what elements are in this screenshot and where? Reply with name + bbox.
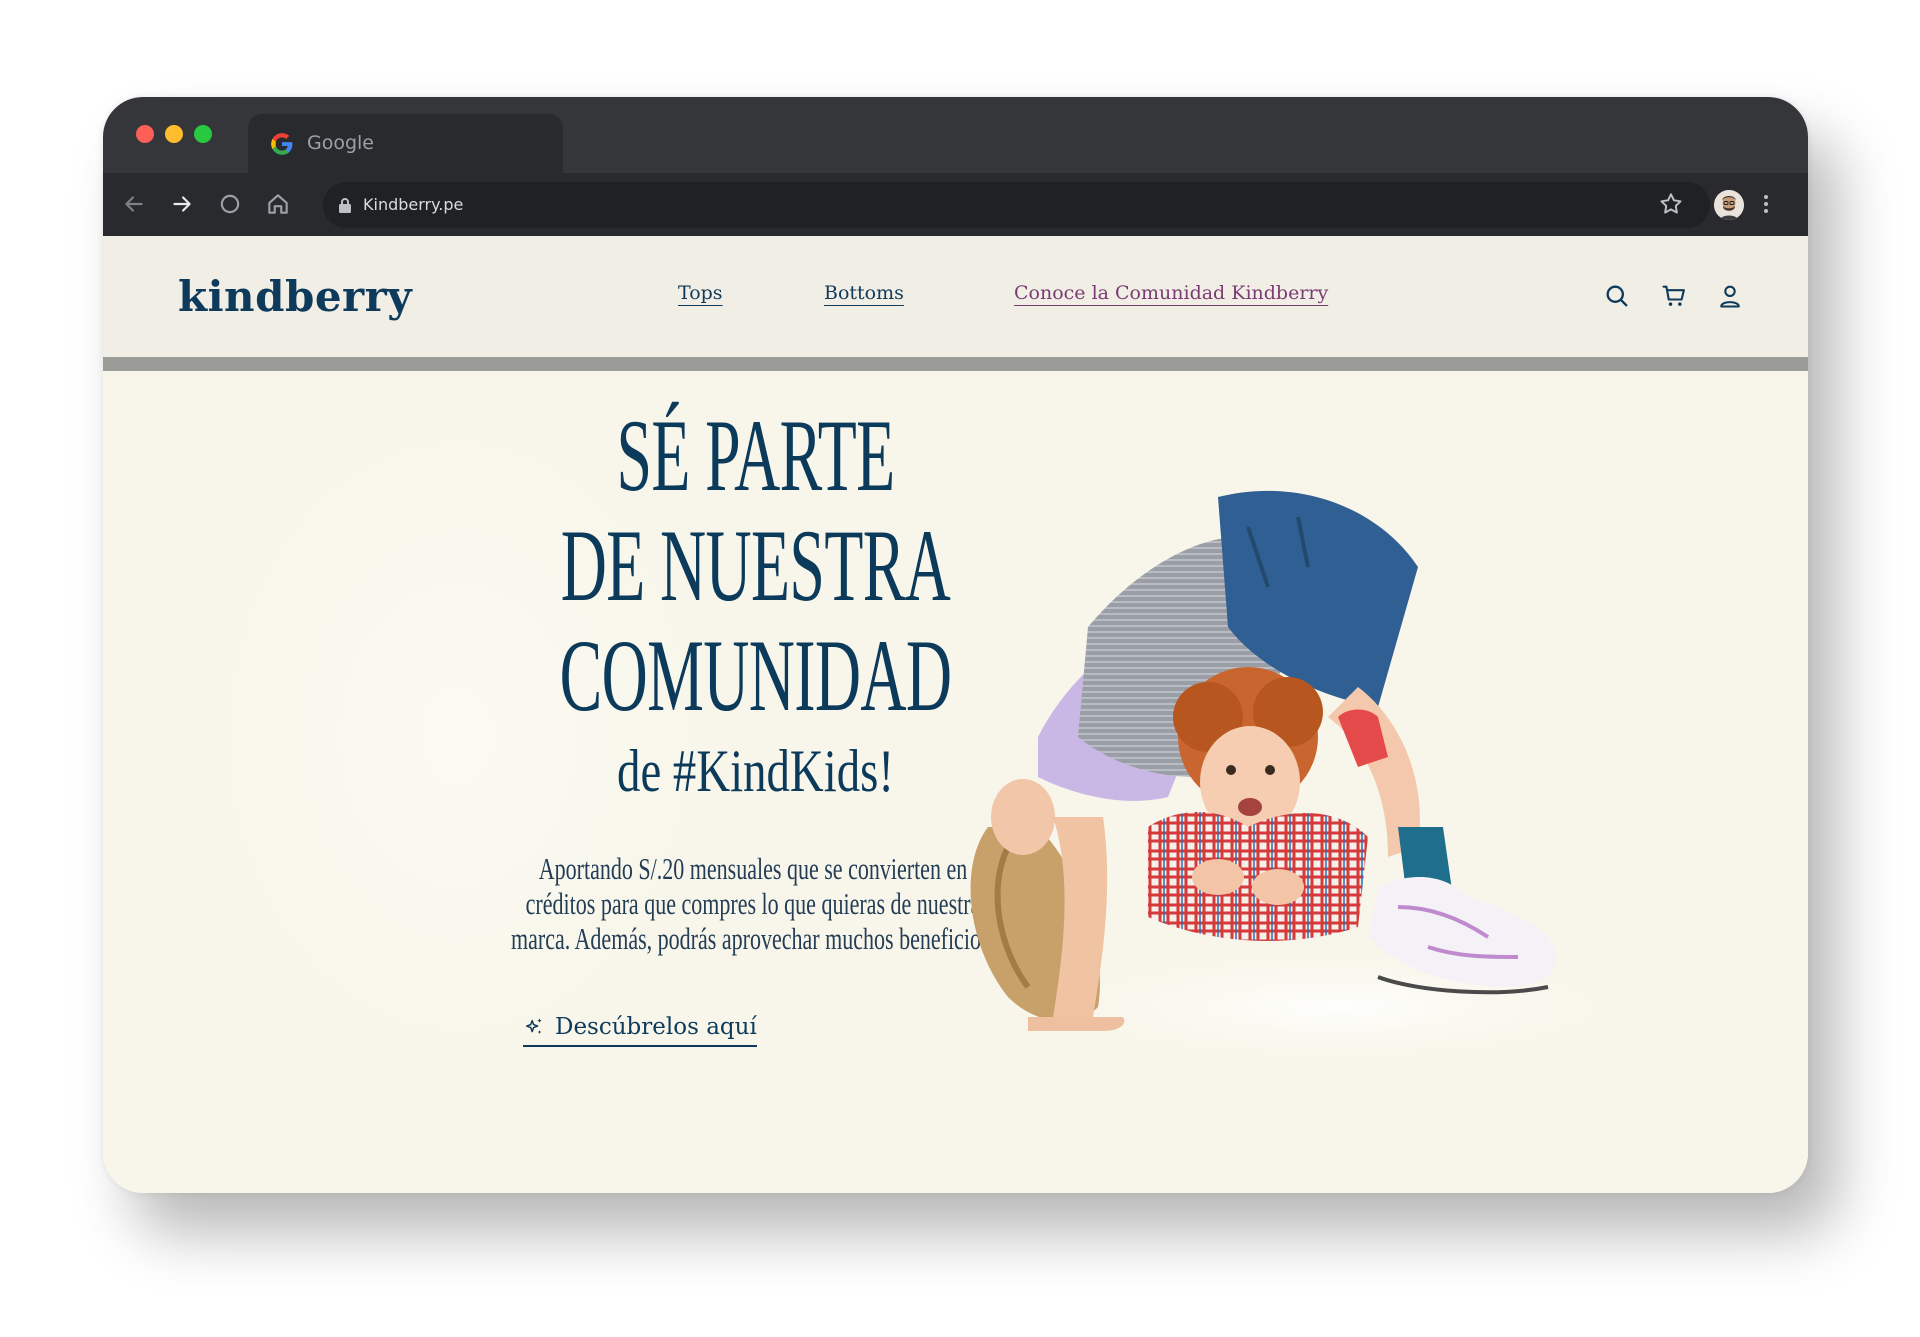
header-divider (103, 357, 1808, 371)
home-icon[interactable] (265, 191, 291, 217)
kindberry-logo[interactable]: kindberry (178, 272, 412, 321)
browser-menu-icon[interactable] (1759, 191, 1773, 217)
browser-window: Google Kindberry.pe kindberry Tops Botto… (103, 97, 1808, 1193)
reload-icon[interactable] (217, 191, 243, 217)
back-arrow-icon[interactable] (121, 191, 147, 217)
discover-link-label: Descúbrelos aquí (555, 1014, 757, 1040)
nav-tops[interactable]: Tops (678, 282, 723, 304)
bookmark-star-icon[interactable] (1658, 191, 1684, 217)
hero-banner: SÉ PARTE DE NUESTRA COMUNIDAD de #KindKi… (103, 371, 1808, 1193)
user-icon[interactable] (1716, 282, 1744, 310)
discover-link[interactable]: Descúbrelos aquí (523, 1011, 757, 1047)
sparkle-icon (525, 1018, 542, 1034)
forward-arrow-icon[interactable] (169, 191, 195, 217)
maximize-window-button[interactable] (194, 125, 212, 143)
nav-comunidad[interactable]: Conoce la Comunidad Kindberry (1014, 282, 1328, 304)
title-bar: Google (103, 97, 1808, 173)
kids-photo (970, 490, 1698, 1067)
browser-toolbar: Kindberry.pe (103, 173, 1808, 236)
avatar-icon (1714, 190, 1744, 220)
profile-avatar[interactable] (1714, 190, 1744, 220)
url-text: Kindberry.pe (363, 195, 464, 214)
google-logo-icon (271, 133, 293, 155)
site-header: kindberry Tops Bottoms Conoce la Comunid… (103, 236, 1808, 357)
lock-icon (339, 198, 351, 213)
address-bar[interactable]: Kindberry.pe (323, 182, 1710, 228)
cart-icon[interactable] (1660, 282, 1688, 310)
search-icon[interactable] (1603, 282, 1631, 310)
minimize-window-button[interactable] (165, 125, 183, 143)
browser-tab[interactable]: Google (248, 114, 563, 173)
close-window-button[interactable] (136, 125, 154, 143)
nav-bottoms[interactable]: Bottoms (824, 282, 904, 304)
tab-title: Google (307, 132, 375, 154)
